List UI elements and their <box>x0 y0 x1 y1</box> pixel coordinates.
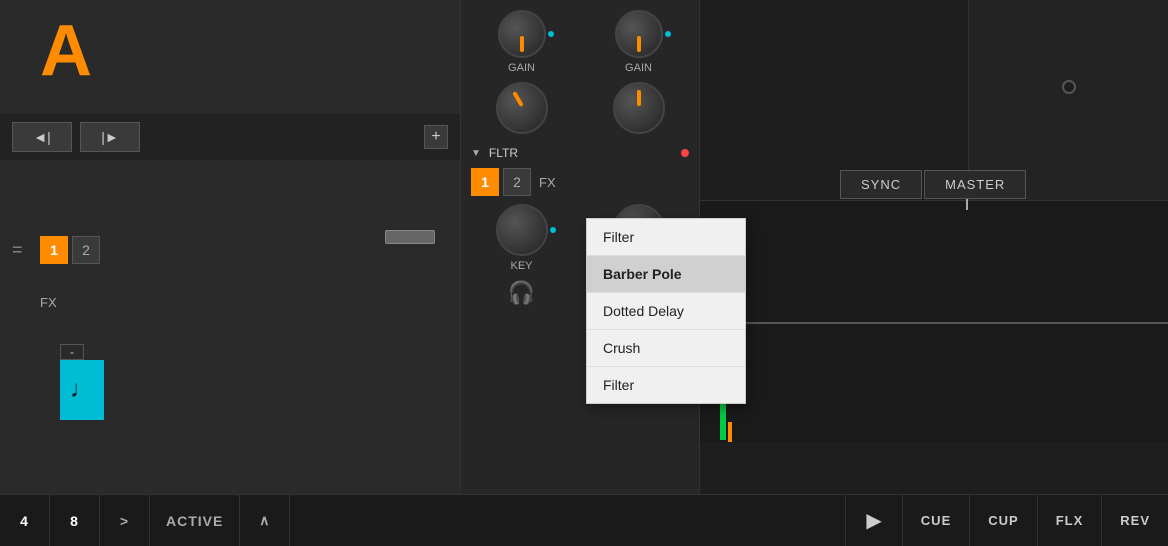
left-panel-bottom: - ♩ <box>0 340 460 494</box>
waveform-area: ◄ <box>700 200 1168 442</box>
main-container: A ◄| |► + = 1 2 FX <box>0 0 1168 546</box>
fltr-dot <box>681 149 689 157</box>
fx-buttons: 1 2 <box>40 236 100 264</box>
minus-button[interactable]: - <box>60 344 84 360</box>
left-panel-top: A ◄| |► + <box>0 0 460 160</box>
knob-group-gain-right: GAIN <box>615 10 663 74</box>
rev-button[interactable]: REV <box>1101 495 1168 546</box>
level-bar-orange <box>728 422 732 442</box>
level-bar-green <box>720 400 726 440</box>
knob-group-eq-right <box>613 82 665 134</box>
deck-letter: A <box>40 10 92 92</box>
top-area: A ◄| |► + = 1 2 FX <box>0 0 1168 494</box>
fx-label: FX <box>40 295 57 310</box>
transport-forward-btn[interactable]: |► <box>80 122 140 152</box>
knob-row-2 <box>461 82 699 134</box>
cup-button[interactable]: CUP <box>969 495 1036 546</box>
sync-button[interactable]: SYNC <box>840 170 922 199</box>
bottom-right-buttons: ▶ CUE CUP FLX REV <box>845 495 1168 546</box>
dropdown-item-filter-2[interactable]: Filter <box>587 367 745 403</box>
key-knob-left[interactable] <box>496 204 548 256</box>
knob-indicator-right <box>637 36 641 52</box>
master-button[interactable]: MASTER <box>924 170 1026 199</box>
center-fx-btn-2[interactable]: 2 <box>503 168 531 196</box>
up-arrow-button[interactable]: ∧ <box>240 495 290 546</box>
flx-button[interactable]: FLX <box>1037 495 1102 546</box>
bottom-spacer <box>290 495 845 546</box>
dropdown-item-dotted-delay[interactable]: Dotted Delay <box>587 293 745 330</box>
fx-button-2[interactable]: 2 <box>72 236 100 264</box>
gain-knob-right[interactable] <box>615 10 663 58</box>
bottom-num-4[interactable]: 4 <box>0 495 50 546</box>
left-panel-middle: = 1 2 FX <box>0 160 460 340</box>
play-button[interactable]: ▶ <box>845 495 901 546</box>
fltr-row: ▼ FLTR <box>461 142 699 164</box>
note-icon: ♩ <box>70 376 94 404</box>
dashed-line <box>820 322 1168 323</box>
dropdown-item-barber-pole[interactable]: Barber Pole <box>587 256 745 293</box>
fltr-arrow[interactable]: ▼ <box>471 148 481 159</box>
key-dot-left <box>550 227 556 233</box>
key-label-left: KEY <box>510 260 532 272</box>
note-button[interactable]: ♩ <box>60 360 104 420</box>
fltr-label: FLTR <box>489 146 518 160</box>
knob-indicator-left <box>520 36 524 52</box>
dropdown-menu: Filter Barber Pole Dotted Delay Crush Fi… <box>586 218 746 404</box>
knob-dot-right <box>665 31 671 37</box>
gain-label-right: GAIN <box>625 62 652 74</box>
knob-group-key-left: KEY <box>496 204 548 272</box>
gain-label-left: GAIN <box>508 62 535 74</box>
fader-handle[interactable] <box>385 230 435 244</box>
left-panel: A ◄| |► + = 1 2 FX <box>0 0 460 494</box>
sync-master-area: SYNC MASTER <box>840 170 1026 199</box>
active-button[interactable]: ACTIVE <box>150 495 240 546</box>
center-fx-btn-1[interactable]: 1 <box>471 168 499 196</box>
knob-row-1: GAIN GAIN <box>461 10 699 74</box>
bottom-chevron[interactable]: > <box>100 495 150 546</box>
plus-button[interactable]: + <box>424 125 448 149</box>
right-knob[interactable] <box>1062 80 1076 94</box>
eq-knob-right[interactable] <box>613 82 665 134</box>
fader-track <box>400 170 420 330</box>
eq-knob-right-indicator <box>637 90 641 106</box>
fx-button-1[interactable]: 1 <box>40 236 68 264</box>
knob-group-gain-left: GAIN <box>498 10 546 74</box>
knob-group-eq-left <box>496 82 548 134</box>
transport-back-btn[interactable]: ◄| <box>12 122 72 152</box>
fx-row-center: 1 2 FX <box>461 164 699 200</box>
eq-sign: = <box>12 240 23 261</box>
dropdown-item-filter-1[interactable]: Filter <box>587 219 745 256</box>
gain-knob-left[interactable] <box>498 10 546 58</box>
bottom-bar: 4 8 > ACTIVE ∧ ▶ CUE CUP FLX REV <box>0 494 1168 546</box>
bottom-num-8[interactable]: 8 <box>50 495 100 546</box>
center-fx-label: FX <box>539 175 556 190</box>
dropdown-item-crush[interactable]: Crush <box>587 330 745 367</box>
knob-dot-left <box>548 31 554 37</box>
eq-knob-left-indicator <box>512 91 523 107</box>
transport-controls: ◄| |► + <box>0 114 460 160</box>
headphone-icon-left: 🎧 <box>508 280 535 306</box>
cue-button[interactable]: CUE <box>902 495 969 546</box>
eq-knob-left[interactable] <box>496 82 548 134</box>
right-panel: SYNC MASTER ◄ <box>700 0 1168 494</box>
